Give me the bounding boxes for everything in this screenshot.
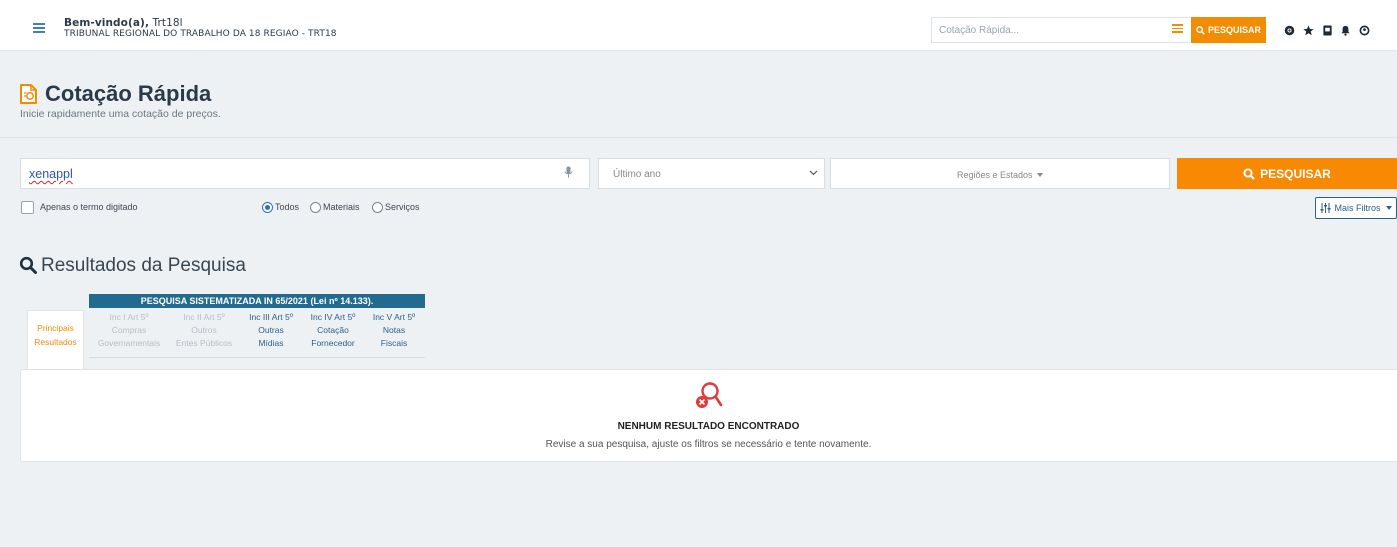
- search-error-icon: [696, 382, 723, 408]
- tab-principais-resultados[interactable]: Principais Resultados: [27, 310, 84, 369]
- search-icon: [19, 256, 37, 274]
- empty-results-title: NENHUM RESULTADO ENCONTRADO: [617, 421, 800, 432]
- quick-search-button-label: PESQUISAR: [1207, 25, 1261, 35]
- caret-down-icon: [1037, 173, 1044, 177]
- bell-icon[interactable]: [1340, 25, 1351, 36]
- tab-label-line: Principais: [37, 323, 74, 333]
- more-filters-button[interactable]: Mais Filtros: [1315, 197, 1397, 219]
- user-name: Trt18l: [152, 17, 183, 29]
- search-button-label: PESQUISAR: [1260, 166, 1331, 181]
- caret-down-icon: [1385, 206, 1392, 210]
- radio-materiais-label: Materiais: [323, 202, 360, 212]
- search-input[interactable]: xenappl: [20, 158, 590, 189]
- bookmark-icon[interactable]: [1322, 25, 1333, 36]
- tab-divider: [89, 357, 425, 358]
- quick-search-button[interactable]: PESQUISAR: [1191, 17, 1266, 43]
- more-filters-label: Mais Filtros: [1334, 203, 1381, 213]
- exact-term-checkbox[interactable]: [21, 201, 34, 214]
- regions-select-label: Regiões e Estados: [956, 170, 1033, 180]
- user-icon[interactable]: [1359, 25, 1370, 36]
- chevron-down-icon: [809, 170, 818, 176]
- radio-todos[interactable]: [262, 202, 273, 213]
- page-subtitle: Inicie rapidamente uma cotação de preços…: [20, 108, 221, 120]
- tab-line-1: Inc I Art 5º: [109, 312, 149, 322]
- search-icon: [1243, 167, 1255, 180]
- results-title: Resultados da Pesquisa: [41, 255, 246, 276]
- period-select[interactable]: Último ano: [598, 158, 825, 189]
- empty-results-message: Revise a sua pesquisa, ajuste os filtros…: [545, 439, 872, 450]
- search-button[interactable]: PESQUISAR: [1177, 158, 1397, 189]
- tab-line-2: Compras: [111, 325, 147, 335]
- tab-line-2: Notas: [382, 325, 406, 335]
- search-input-value: xenappl: [29, 167, 73, 181]
- page-header: Cotação Rápida Inicie rapidamente uma co…: [0, 51, 1397, 138]
- sliders-icon: [1320, 203, 1331, 213]
- tab-label-line: Resultados: [34, 337, 77, 347]
- support-icon[interactable]: [1284, 25, 1295, 36]
- star-icon[interactable]: [1303, 25, 1314, 36]
- systematized-search-heading: PESQUISA SISTEMATIZADA IN 65/2021 (Lei n…: [89, 294, 425, 308]
- welcome-prefix: Bem-vindo(a),: [64, 17, 150, 29]
- radio-materiais[interactable]: [310, 202, 321, 213]
- tab-line-1: Inc V Art 5º: [372, 312, 416, 322]
- list-icon[interactable]: [1172, 24, 1183, 33]
- tab-line-3: Governamentais: [97, 338, 161, 348]
- exact-term-label: Apenas o termo digitado: [40, 202, 138, 212]
- period-select-value: Último ano: [613, 169, 661, 180]
- microphone-icon[interactable]: [564, 166, 573, 179]
- tab-inc-v[interactable]: Inc V Art 5º Notas Fiscais: [354, 311, 434, 350]
- search-icon: [1196, 25, 1205, 35]
- regions-select[interactable]: Regiões e Estados: [830, 158, 1170, 189]
- radio-servicos-label: Serviços: [385, 202, 420, 212]
- quick-search-input[interactable]: Cotação Rápida...: [931, 17, 1190, 43]
- tab-inc-i: Inc I Art 5º Compras Governamentais: [89, 311, 169, 350]
- organization-name: TRIBUNAL REGIONAL DO TRABALHO DA 18 REGI…: [64, 29, 337, 39]
- welcome-block: Bem-vindo(a), Trt18l TRIBUNAL REGIONAL D…: [64, 18, 337, 40]
- menu-icon[interactable]: [33, 23, 45, 33]
- radio-todos-label: Todos: [275, 202, 300, 212]
- top-bar: Bem-vindo(a), Trt18l TRIBUNAL REGIONAL D…: [0, 0, 1397, 51]
- page-title: Cotação Rápida: [45, 81, 212, 106]
- radio-servicos[interactable]: [372, 202, 383, 213]
- tab-line-3: Fiscais: [380, 338, 408, 348]
- document-quote-icon: [20, 84, 37, 104]
